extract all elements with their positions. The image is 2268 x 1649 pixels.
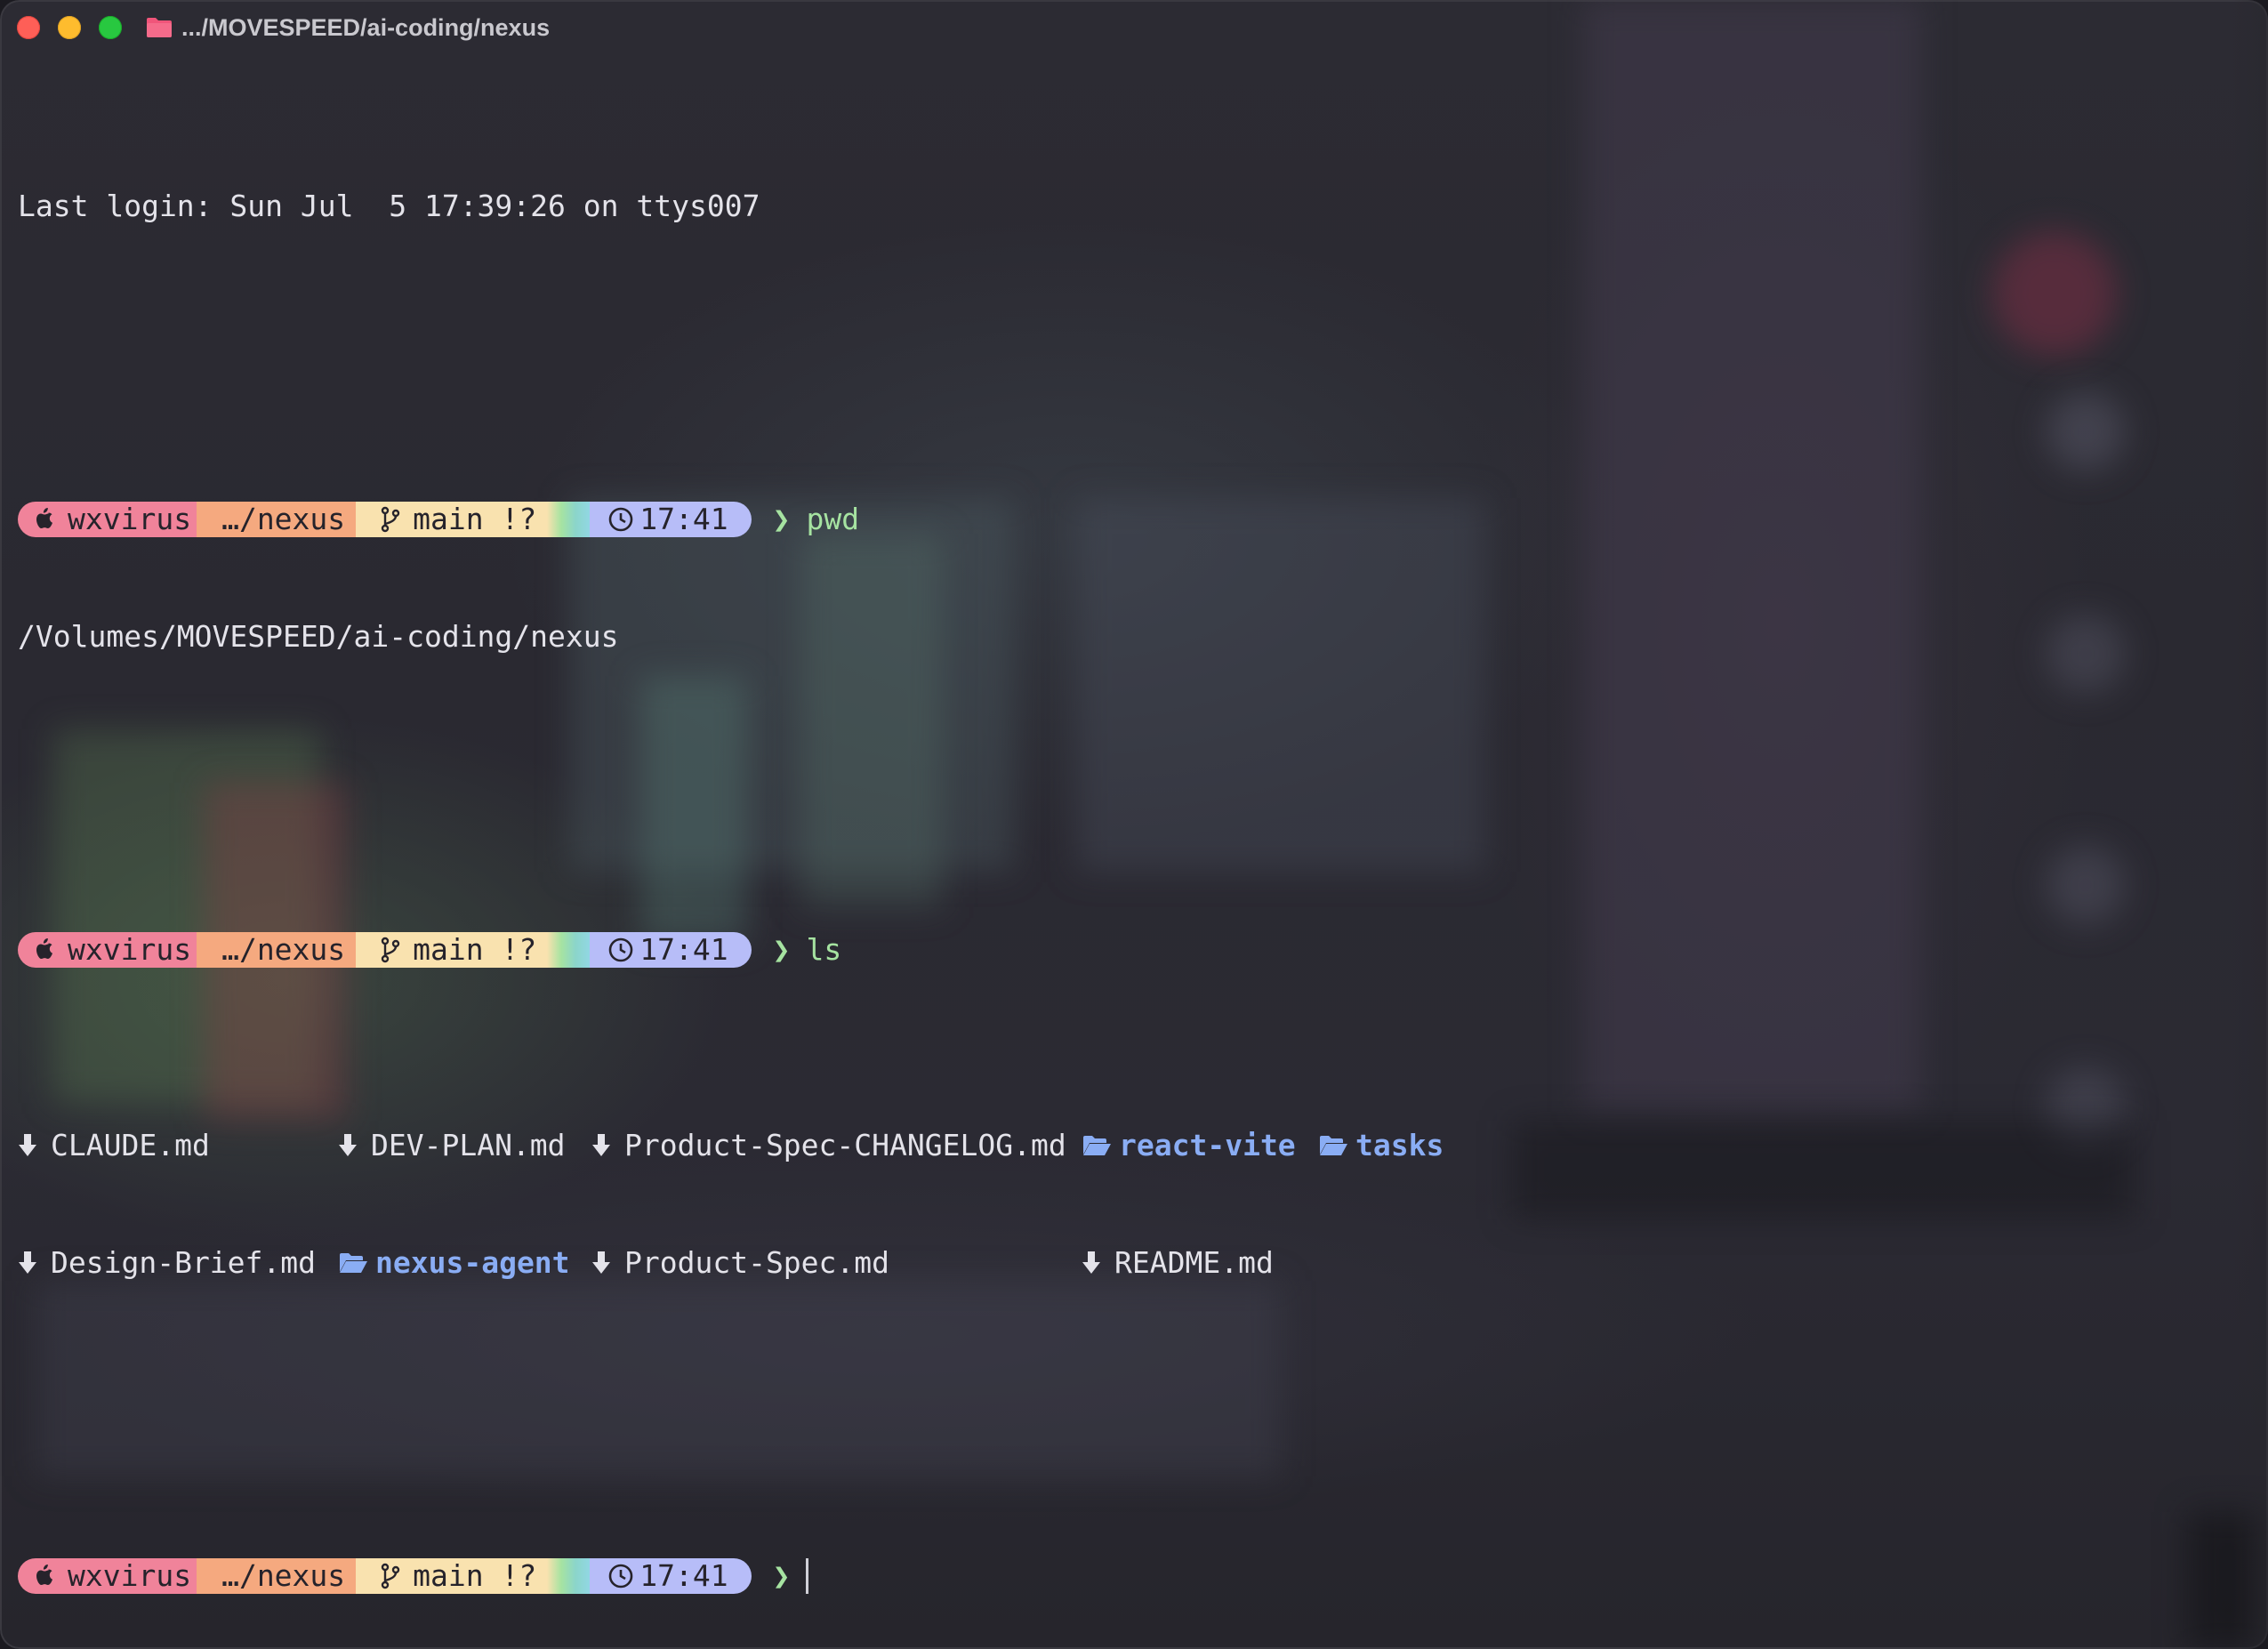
prompt-dir-segment: …/nexus [197, 502, 357, 537]
title-bar: .../MOVESPEED/ai-coding/nexus [0, 0, 2268, 55]
prompt-symbol: ❯ [772, 932, 791, 967]
prompt-transition [547, 502, 591, 537]
clock-icon [608, 937, 633, 962]
prompt-symbol: ❯ [772, 502, 791, 536]
git-branch-icon [381, 506, 400, 533]
window-title-group: .../MOVESPEED/ai-coding/nexus [146, 12, 550, 43]
prompt-git: main !? [413, 932, 537, 967]
prompt-line-active: wxvirus …/nexus main !? 17:41 ❯ [18, 1556, 2232, 1596]
prompt-user: wxvirus [68, 1558, 192, 1593]
file-name: Product-Spec-CHANGELOG.md [624, 1128, 1066, 1162]
prompt-transition [547, 1558, 591, 1594]
prompt-user-segment: wxvirus [18, 1558, 197, 1594]
list-item: nexus-agent [338, 1243, 591, 1283]
file-name: Product-Spec.md [624, 1245, 890, 1280]
prompt-git: main !? [413, 1558, 537, 1593]
download-arrow-icon [592, 1251, 610, 1274]
prompt-dir-segment: …/nexus [197, 932, 357, 968]
file-name: README.md [1114, 1245, 1274, 1280]
terminal-output[interactable]: Last login: Sun Jul 5 17:39:26 on ttys00… [18, 69, 2232, 1649]
prompt-git-segment: main !? [356, 502, 548, 537]
download-arrow-icon [19, 1134, 36, 1156]
prompt: wxvirus …/nexus main !? 17:41 [18, 502, 752, 537]
prompt-time-segment: 17:41 [590, 1558, 752, 1594]
folder-name: nexus-agent [375, 1245, 570, 1280]
prompt-time: 17:41 [639, 932, 728, 967]
scrollbar[interactable] [2232, 0, 2268, 1649]
file-name: Design-Brief.md [51, 1245, 317, 1280]
prompt-git-segment: main !? [356, 1558, 548, 1594]
window-title: .../MOVESPEED/ai-coding/nexus [181, 13, 551, 41]
list-item: Product-Spec-CHANGELOG.md [591, 1126, 1082, 1165]
folder-open-icon [1083, 1136, 1111, 1155]
prompt-git-segment: main !? [356, 932, 548, 968]
prompt-line: wxvirus …/nexus main !? 1 [18, 930, 2232, 969]
clock-icon [608, 507, 633, 532]
clock-icon [608, 1564, 633, 1589]
prompt-dir: …/nexus [221, 1558, 346, 1593]
apple-icon [36, 508, 52, 528]
apple-icon [36, 1565, 52, 1585]
command-output: /Volumes/MOVESPEED/ai-coding/nexus [18, 619, 619, 654]
folder-open-icon [1320, 1136, 1347, 1155]
last-login-line: Last login: Sun Jul 5 17:39:26 on ttys00… [18, 189, 760, 223]
prompt-transition [547, 932, 591, 968]
prompt-dir: …/nexus [221, 932, 346, 967]
download-arrow-icon [339, 1134, 357, 1156]
prompt-dir: …/nexus [221, 502, 346, 536]
close-button[interactable] [17, 16, 40, 39]
command-text: ls [806, 932, 842, 967]
prompt-user-segment: wxvirus [18, 502, 197, 537]
prompt-dir-segment: …/nexus [197, 1558, 357, 1594]
list-item: Design-Brief.md [18, 1243, 338, 1283]
prompt-user-segment: wxvirus [18, 932, 197, 968]
list-item: Product-Spec.md [591, 1243, 1082, 1283]
folder-name: tasks [1355, 1128, 1444, 1162]
list-item: react-vite [1082, 1126, 1318, 1165]
zoom-button[interactable] [99, 16, 122, 39]
download-arrow-icon [1082, 1251, 1100, 1274]
prompt-user: wxvirus [68, 932, 192, 967]
list-item: README.md [1082, 1243, 1274, 1283]
folder-icon [147, 18, 172, 37]
prompt-time-segment: 17:41 [590, 502, 752, 537]
folder-open-icon [340, 1253, 367, 1273]
terminal-window: .../MOVESPEED/ai-coding/nexus Last login… [0, 0, 2268, 1649]
ls-output-row: Design-Brief.md nexus-agent Product-Spec… [18, 1243, 2232, 1283]
file-name: DEV-PLAN.md [371, 1128, 566, 1162]
apple-icon [36, 938, 52, 959]
text-cursor[interactable] [806, 1558, 809, 1594]
prompt-time: 17:41 [639, 1558, 728, 1593]
folder-name: react-vite [1119, 1128, 1296, 1162]
minimize-button[interactable] [58, 16, 81, 39]
list-item: tasks [1318, 1126, 1444, 1165]
prompt-time-segment: 17:41 [590, 932, 752, 968]
prompt-user: wxvirus [68, 502, 192, 536]
download-arrow-icon [592, 1134, 610, 1156]
prompt-time: 17:41 [639, 502, 728, 536]
ls-output-row: CLAUDE.md DEV-PLAN.md Product-Spec-CHANG… [18, 1126, 2232, 1165]
git-branch-icon [381, 1563, 400, 1589]
download-arrow-icon [19, 1251, 36, 1274]
file-name: CLAUDE.md [51, 1128, 210, 1162]
prompt-symbol: ❯ [772, 1558, 791, 1593]
prompt: wxvirus …/nexus main !? 17:41 [18, 932, 752, 968]
prompt: wxvirus …/nexus main !? 17:41 [18, 1558, 752, 1594]
prompt-line: wxvirus …/nexus main !? 1 [18, 500, 2232, 539]
command-text: pwd [806, 502, 860, 536]
git-branch-icon [381, 937, 400, 963]
prompt-git: main !? [413, 502, 537, 536]
list-item: CLAUDE.md [18, 1126, 338, 1165]
list-item: DEV-PLAN.md [338, 1126, 591, 1165]
